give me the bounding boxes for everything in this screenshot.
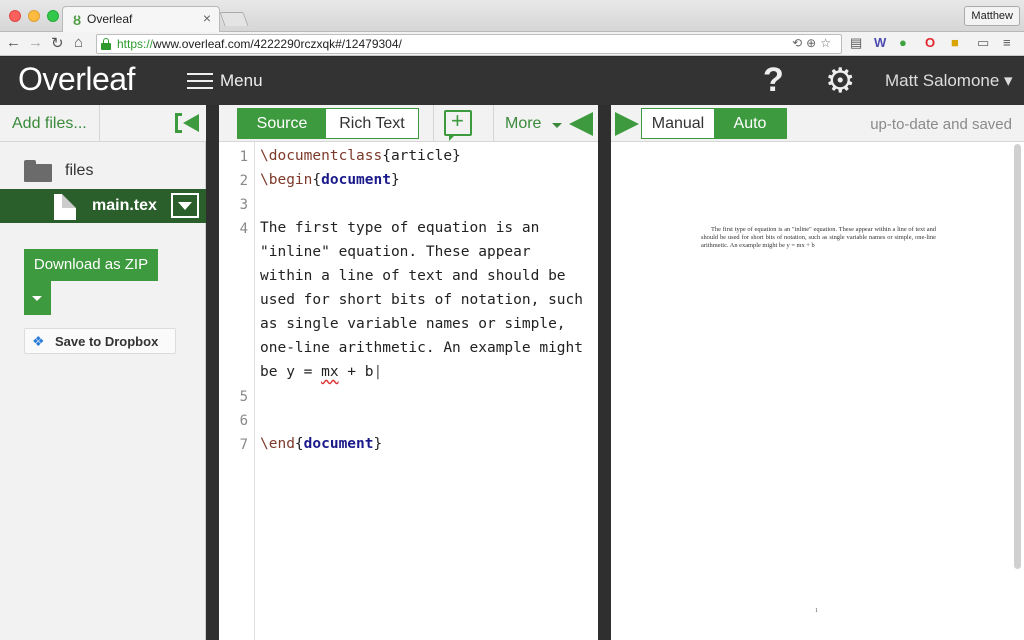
code-line-4b: "inline" equation. These appear (260, 244, 531, 260)
file-options-dropdown[interactable] (171, 193, 199, 218)
browser-toolbar: ← → ↻ ⌂ https://www.overleaf.com/4222290… (0, 32, 1024, 56)
download-dropdown-caret[interactable] (24, 281, 51, 315)
chrome-menu-icon[interactable]: ≡ (1003, 35, 1011, 50)
code-line-4d: used for short bits of notation, such (260, 292, 584, 308)
line-number: 6 (239, 413, 248, 429)
extension-opera-icon[interactable]: O (925, 35, 935, 50)
tab-close-icon[interactable]: × (203, 10, 211, 26)
document-icon (54, 194, 76, 220)
cast-icon[interactable]: ▭ (977, 35, 989, 51)
line-number: 1 (239, 149, 248, 165)
editor-toolbar: Source Rich Text More (219, 105, 598, 142)
browser-titlebar: ȣ Overleaf × Matthew (0, 0, 1024, 32)
file-tree-toolbar: Add files... (0, 105, 206, 142)
rich-text-mode-button[interactable]: Rich Text (326, 109, 418, 138)
line-number: 5 (239, 389, 248, 405)
code-line-4e: as single variable names or simple, (260, 316, 566, 332)
add-comment-icon[interactable] (444, 108, 472, 141)
source-mode-button[interactable]: Source (238, 109, 326, 138)
text-cursor-icon: | (373, 364, 383, 380)
toolbar-divider (493, 105, 494, 142)
menu-button[interactable]: Menu (220, 71, 263, 91)
overleaf-header: Overleaf Menu ? ⚙ Matt Salomone ▾ (0, 57, 1024, 105)
code-line-4g: be y = mx + b| (260, 364, 383, 380)
folder-icon (24, 160, 52, 182)
code-line-2: \begin{document} (260, 172, 400, 188)
save-status: up-to-date and saved (870, 116, 1012, 133)
gear-icon[interactable]: ⚙ (825, 61, 855, 101)
pdf-preview[interactable]: The first type of equation is an "inline… (611, 142, 1024, 640)
code-line-4c: within a line of text and should be (260, 268, 566, 284)
manual-compile-button[interactable]: Manual (642, 109, 714, 138)
user-menu[interactable]: Matt Salomone ▾ (885, 71, 1013, 91)
screen: ȣ Overleaf × Matthew ← → ↻ ⌂ https://www… (0, 0, 1024, 640)
file-row-main-tex[interactable]: main.tex (0, 189, 206, 223)
dropbox-label: Save to Dropbox (55, 334, 159, 349)
collapse-panel-icon[interactable] (173, 111, 201, 135)
overleaf-logo[interactable]: Overleaf (18, 61, 135, 98)
help-icon[interactable]: ? (763, 61, 784, 100)
line-number: 4 (239, 221, 248, 237)
extension-lock-icon[interactable]: ■ (951, 35, 959, 50)
spellcheck-squiggle: mx (321, 364, 339, 380)
pdf-paragraph: The first type of equation is an "inline… (701, 226, 936, 249)
add-files-button[interactable]: Add files... (12, 115, 87, 133)
line-number: 7 (239, 437, 248, 453)
new-tab-button[interactable] (219, 12, 249, 26)
extension-page-icon[interactable]: ▤ (850, 35, 862, 51)
sync-to-pdf-arrow-icon[interactable] (615, 112, 639, 136)
overleaf-favicon-icon: ȣ (73, 13, 82, 28)
extension-evernote-icon[interactable]: ● (899, 35, 907, 50)
toolbar-divider (433, 105, 434, 142)
panel-resizer-right[interactable] (598, 105, 611, 640)
lock-icon (101, 38, 111, 50)
forward-arrow-icon[interactable]: → (28, 34, 43, 51)
toolbar-divider (99, 105, 100, 142)
window-close-button[interactable] (9, 10, 21, 22)
file-tree-panel: Add files... files main.tex Download as … (0, 105, 206, 640)
more-menu-button[interactable]: More (505, 115, 541, 133)
compile-mode-toggle: Manual Auto (641, 108, 787, 139)
home-icon[interactable]: ⌂ (74, 34, 83, 51)
omnibox-icons: ⟲⊕☆ (792, 36, 835, 50)
chevron-down-icon (552, 123, 562, 128)
zoom-icon[interactable]: ⊕ (806, 36, 820, 50)
sync-to-code-arrow-icon[interactable] (569, 112, 593, 136)
address-bar[interactable]: https://www.overleaf.com/4222290rczxqk#/… (96, 34, 842, 54)
download-zip-button[interactable]: Download as ZIP (24, 249, 158, 281)
code-line-4a: The first type of equation is an (260, 220, 540, 236)
folder-label: files (65, 162, 94, 179)
panel-resizer-left[interactable] (206, 105, 219, 640)
file-label: main.tex (92, 197, 157, 214)
code-line-4f: one-line arithmetic. An example might (260, 340, 584, 356)
pdf-scrollbar[interactable] (1014, 144, 1021, 569)
line-number: 2 (239, 173, 248, 189)
browser-tab-overleaf[interactable]: ȣ Overleaf × (62, 6, 220, 32)
reload-icon[interactable]: ↻ (51, 34, 64, 52)
save-to-dropbox-button[interactable]: ❖ Save to Dropbox (24, 328, 176, 354)
window-minimize-button[interactable] (28, 10, 40, 22)
line-number: 3 (239, 197, 248, 213)
extension-w-icon[interactable]: W (874, 35, 886, 50)
tab-title: Overleaf (87, 12, 133, 26)
auto-compile-button[interactable]: Auto (714, 109, 786, 138)
window-maximize-button[interactable] (47, 10, 59, 22)
profile-button[interactable]: Matthew (964, 6, 1020, 26)
hamburger-menu-icon[interactable] (187, 73, 213, 91)
bookmark-star-icon[interactable]: ☆ (820, 36, 835, 50)
code-line-1: \documentclass{article} (260, 148, 461, 164)
url-text: https://www.overleaf.com/4222290rczxqk#/… (117, 37, 402, 51)
pdf-toolbar: Manual Auto up-to-date and saved (611, 105, 1024, 142)
editor-mode-toggle: Source Rich Text (237, 108, 419, 139)
code-editor[interactable]: 1 2 3 4 5 6 7 \documentclass{article} \b… (219, 142, 598, 640)
history-icon[interactable]: ⟲ (792, 36, 806, 50)
line-number-gutter: 1 2 3 4 5 6 7 (219, 142, 255, 640)
pdf-page-number: 1 (815, 608, 818, 614)
back-arrow-icon[interactable]: ← (6, 34, 21, 51)
code-line-7: \end{document} (260, 436, 383, 452)
dropbox-icon: ❖ (32, 333, 45, 349)
